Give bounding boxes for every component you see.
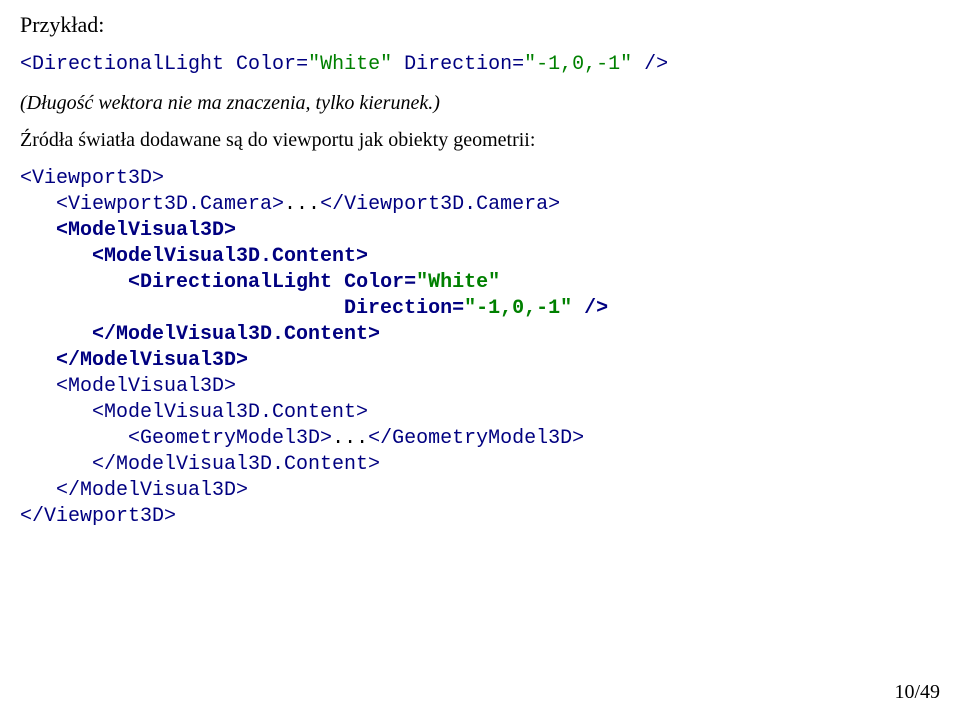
equals: = bbox=[404, 271, 416, 294]
page-number: 10/49 bbox=[894, 681, 940, 704]
ellipsis: ... bbox=[332, 427, 368, 450]
code-line: <ModelVisual3D.Content> bbox=[20, 245, 368, 268]
code-line: </Viewport3D> bbox=[20, 505, 176, 528]
code-line: </GeometryModel3D> bbox=[368, 427, 584, 450]
attr-name: Color bbox=[332, 271, 404, 294]
attr-name: Color bbox=[224, 53, 296, 76]
equals: = bbox=[452, 297, 464, 320]
tag-open: <DirectionalLight bbox=[20, 53, 224, 76]
code-block-1: <DirectionalLight Color="White" Directio… bbox=[20, 52, 940, 78]
code-block-2: <Viewport3D> <Viewport3D.Camera>...</Vie… bbox=[20, 166, 940, 530]
code-line: <GeometryModel3D> bbox=[20, 427, 332, 450]
code-line: </ModelVisual3D> bbox=[20, 479, 248, 502]
code-line: </ModelVisual3D.Content> bbox=[20, 453, 380, 476]
equals: = bbox=[296, 53, 308, 76]
attr-value: "-1,0,-1" bbox=[524, 53, 632, 76]
attr-value: "White" bbox=[416, 271, 500, 294]
attr-value: "-1,0,-1" bbox=[464, 297, 572, 320]
example-heading: Przykład: bbox=[20, 12, 940, 38]
equals: = bbox=[512, 53, 524, 76]
italic-note: (Długość wektora nie ma znaczenia, tylko… bbox=[20, 92, 940, 115]
ellipsis: ... bbox=[284, 193, 320, 216]
code-line: <Viewport3D.Camera> bbox=[20, 193, 284, 216]
code-line: <DirectionalLight bbox=[20, 271, 332, 294]
code-line: <ModelVisual3D> bbox=[20, 219, 236, 242]
code-line: </Viewport3D.Camera> bbox=[320, 193, 560, 216]
attr-name: Direction bbox=[392, 53, 512, 76]
code-line: </ModelVisual3D> bbox=[20, 349, 248, 372]
code-line: </ModelVisual3D.Content> bbox=[20, 323, 380, 346]
attr-name: Direction bbox=[20, 297, 452, 320]
attr-value: "White" bbox=[308, 53, 392, 76]
tag-close: /> bbox=[632, 53, 668, 76]
paragraph: Źródła światła dodawane są do viewportu … bbox=[20, 129, 940, 152]
tag-close: /> bbox=[572, 297, 608, 320]
code-line: <ModelVisual3D.Content> bbox=[20, 401, 368, 424]
code-line: <ModelVisual3D> bbox=[20, 375, 236, 398]
code-line: <Viewport3D> bbox=[20, 167, 164, 190]
